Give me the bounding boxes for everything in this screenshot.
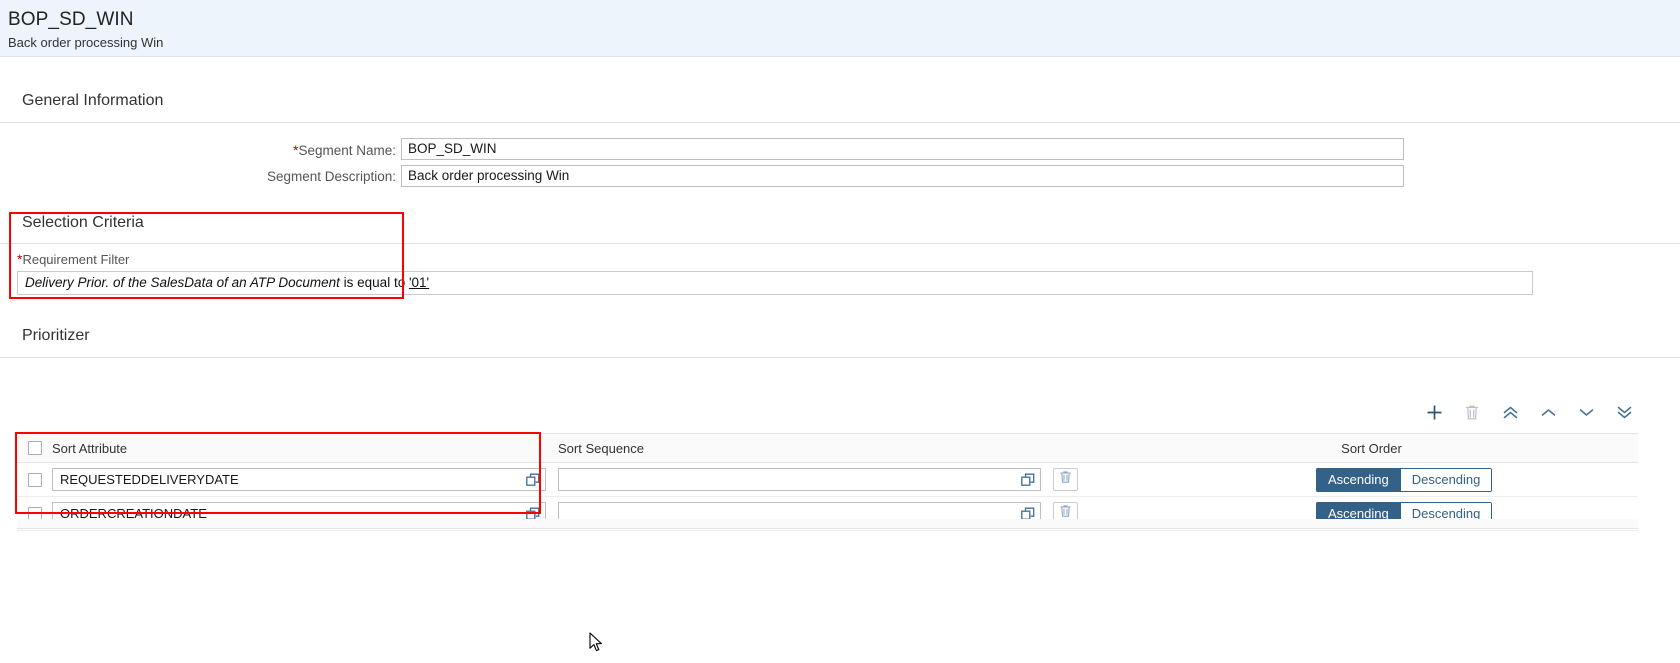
add-row-button[interactable] [1420,399,1448,425]
sort-sequence-cell [558,468,1053,491]
column-header-sort-sequence[interactable]: Sort Sequence [558,441,1053,456]
sort-order-ascending-button[interactable]: Ascending [1316,467,1400,492]
move-to-top-button[interactable] [1496,399,1524,425]
prioritizer-toolbar [1420,398,1638,426]
object-page-header: BOP_SD_WIN Back order processing Win [0,0,1680,57]
chevron-down-icon [1578,404,1595,421]
delete-row-button[interactable] [1053,468,1078,491]
trash-icon [1059,470,1072,489]
filter-subject: Delivery Prior. of the SalesData of an A… [25,275,340,290]
table-footer [17,519,1638,529]
selection-criteria-divider [0,243,1680,244]
prioritizer-heading: Prioritizer [22,327,90,344]
app-page: BOP_SD_WIN Back order processing Win Gen… [0,0,1680,663]
filter-operator: is equal to [343,275,406,290]
select-all-cell [17,441,52,455]
segment-description-row: Segment Description: [0,166,396,188]
trash-icon [1464,404,1480,421]
delete-row-button[interactable] [1458,399,1486,425]
requirement-filter-expression[interactable]: Delivery Prior. of the SalesData of an A… [17,271,1533,295]
plus-icon [1426,404,1443,421]
segment-description-label: Segment Description: [266,169,396,184]
sort-sequence-input[interactable] [558,468,1041,491]
page-title: BOP_SD_WIN [8,9,134,30]
sort-order-segmented-control: Ascending Descending [1316,467,1493,492]
move-to-bottom-button[interactable] [1610,399,1638,425]
page-subtitle: Back order processing Win [8,35,164,50]
select-all-checkbox[interactable] [27,441,42,455]
row-delete-cell [1053,468,1105,491]
double-chevron-up-icon [1502,404,1519,421]
move-down-button[interactable] [1572,399,1600,425]
chevron-up-icon [1540,404,1557,421]
general-information-divider [0,122,1680,123]
sort-attribute-input[interactable]: REQUESTEDDELIVERYDATE [52,468,546,491]
column-header-sort-attribute[interactable]: Sort Attribute [52,441,558,456]
value-help-icon[interactable] [526,473,540,487]
row-select-cell [17,472,52,487]
column-header-sort-order[interactable]: Sort Order [1105,441,1638,456]
prioritizer-divider [0,357,1680,358]
segment-name-label: *Segment Name: [293,142,396,158]
move-up-button[interactable] [1534,399,1562,425]
sort-order-descending-button[interactable]: Descending [1399,467,1493,492]
mouse-cursor [589,632,605,659]
segment-description-input[interactable]: Back order processing Win [401,165,1404,187]
sort-order-cell: Ascending Descending [1105,467,1638,492]
general-information-heading: General Information [22,92,164,109]
value-help-icon[interactable] [1021,473,1035,487]
segment-name-row: *Segment Name: [0,139,396,161]
segment-name-input[interactable]: BOP_SD_WIN [401,138,1404,160]
requirement-filter-label: *Requirement Filter [17,251,130,267]
prioritizer-table: Sort Attribute Sort Sequence Sort Order … [17,433,1638,531]
selection-criteria-heading: Selection Criteria [22,214,144,231]
table-header-row: Sort Attribute Sort Sequence Sort Order [17,433,1638,463]
row-checkbox[interactable] [27,472,42,487]
table-row[interactable]: REQUESTEDDELIVERYDATE Ascending Descendi… [17,463,1638,497]
sort-attribute-cell: REQUESTEDDELIVERYDATE [52,468,558,491]
double-chevron-down-icon [1616,404,1633,421]
sort-attribute-value: REQUESTEDDELIVERYDATE [60,472,239,487]
filter-value: '01' [408,275,430,290]
